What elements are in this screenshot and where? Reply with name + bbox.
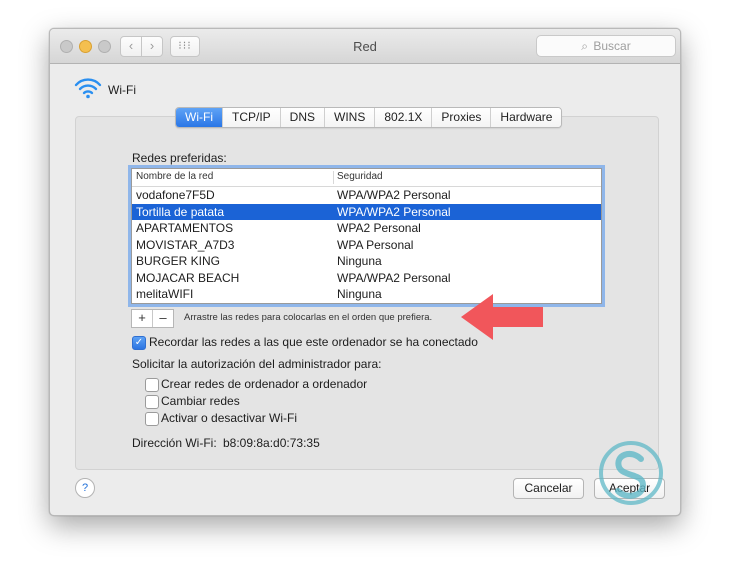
wifi-address-value: b8:09:8a:d0:73:35 [223,436,320,450]
tab-wins[interactable]: WINS [324,108,375,127]
network-security: WPA2 Personal [337,221,421,235]
column-security-header[interactable]: Seguridad [337,171,383,182]
table-header: Nombre de la red Seguridad [132,169,601,187]
create-computer-networks-label: Crear redes de ordenador a ordenador [161,377,368,391]
cancel-button[interactable]: Cancelar [513,478,584,499]
pointer-arrow-icon [461,294,543,340]
network-name: MOJACAR BEACH [136,271,240,285]
table-row[interactable]: MOVISTAR_A7D3 WPA Personal [132,237,601,253]
remember-networks-label: Recordar las redes a las que este ordena… [149,335,478,349]
network-security: WPA/WPA2 Personal [337,271,451,285]
network-security: WPA/WPA2 Personal [337,205,451,219]
preferred-networks-table[interactable]: Nombre de la red Seguridad vodafone7F5D … [128,165,605,307]
tab-wifi[interactable]: Wi-Fi [176,108,222,127]
add-network-button[interactable]: + [132,310,152,327]
table-row[interactable]: BURGER KING Ninguna [132,253,601,269]
network-security: Ninguna [337,287,382,301]
toggle-wifi-checkbox[interactable] [145,412,159,426]
admin-auth-title: Solicitar la autorización del administra… [132,357,382,371]
wifi-icon [74,78,102,99]
preferred-networks-title: Redes preferidas: [132,151,227,165]
column-divider [333,171,334,184]
wifi-header: Wi-Fi [74,77,136,104]
tab-bar: Wi-Fi TCP/IP DNS WINS 802.1X Proxies Har… [175,107,563,128]
network-security: WPA Personal [337,238,414,252]
column-name-header[interactable]: Nombre de la red [136,171,213,182]
remember-networks-checkbox[interactable]: ✓ [132,336,146,350]
wifi-label: Wi-Fi [108,83,136,97]
drag-hint: Arrastre las redes para colocarlas en el… [184,312,433,323]
network-name: vodafone7F5D [136,188,215,202]
remove-network-button[interactable]: – [152,310,173,327]
add-remove-control: + – [131,309,174,328]
search-icon: ⌕ [581,39,589,53]
network-name: melitaWIFI [136,287,194,301]
title-bar: ‹ › ⁝⁝⁝ Red ⌕ Buscar [50,29,680,64]
change-networks-checkbox[interactable] [145,395,159,409]
search-field[interactable]: ⌕ Buscar [536,35,676,57]
network-name: BURGER KING [136,254,221,268]
wifi-address-label: Dirección Wi-Fi: [132,436,217,450]
watermark-logo [599,441,663,505]
change-networks-label: Cambiar redes [161,394,240,408]
network-name: APARTAMENTOS [136,221,234,235]
search-placeholder: Buscar [593,39,631,53]
network-name: Tortilla de patata [136,205,225,219]
network-security: Ninguna [337,254,382,268]
tab-dns[interactable]: DNS [279,108,324,127]
help-button[interactable]: ? [75,478,95,498]
table-row-selected[interactable]: Tortilla de patata WPA/WPA2 Personal [132,204,601,220]
table-row[interactable]: MOJACAR BEACH WPA/WPA2 Personal [132,270,601,286]
table-row[interactable]: vodafone7F5D WPA/WPA2 Personal [132,187,601,203]
toggle-wifi-label: Activar o desactivar Wi-Fi [161,411,298,425]
table-row[interactable]: APARTAMENTOS WPA2 Personal [132,220,601,236]
network-window: ‹ › ⁝⁝⁝ Red ⌕ Buscar Wi-Fi Wi-Fi TCP/IP … [49,28,681,516]
tab-tcpip[interactable]: TCP/IP [221,108,280,127]
network-security: WPA/WPA2 Personal [337,188,451,202]
tab-proxies[interactable]: Proxies [431,108,491,127]
tab-hardware[interactable]: Hardware [490,108,562,127]
tab-8021x[interactable]: 802.1X [374,108,432,127]
network-name: MOVISTAR_A7D3 [136,238,235,252]
create-computer-networks-checkbox[interactable] [145,378,159,392]
